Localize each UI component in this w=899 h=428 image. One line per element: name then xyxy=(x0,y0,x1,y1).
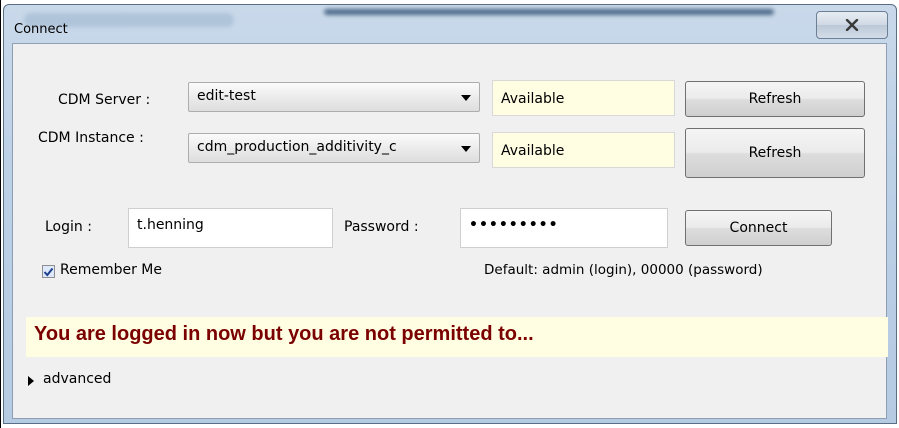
instance-refresh-button[interactable]: Refresh xyxy=(685,128,865,178)
password-label: Password : xyxy=(344,219,419,235)
advanced-toggle[interactable]: advanced xyxy=(43,371,111,387)
cdm-server-value: edit-test xyxy=(197,88,256,104)
server-status: Available xyxy=(492,80,675,116)
cdm-server-select[interactable]: edit-test xyxy=(188,82,480,112)
expand-triangle-icon[interactable] xyxy=(28,376,34,386)
chevron-down-icon xyxy=(461,95,471,101)
permission-message: You are logged in now but you are not pe… xyxy=(26,317,888,357)
connect-button[interactable]: Connect xyxy=(685,210,832,246)
window-edge-line xyxy=(0,0,1,428)
dialog-content: CDM Server : edit-test Available Refresh… xyxy=(12,43,888,419)
title-bar[interactable]: Connect xyxy=(4,5,896,43)
cdm-instance-label: CDM Instance : xyxy=(38,130,144,146)
login-input[interactable]: t.henning xyxy=(128,208,333,248)
connect-dialog: Connect CDM Server : edit-test Available… xyxy=(3,4,897,424)
cdm-server-label: CDM Server : xyxy=(58,92,151,108)
server-refresh-button[interactable]: Refresh xyxy=(685,81,865,117)
cdm-instance-select[interactable]: cdm_production_additivity_c xyxy=(188,133,480,163)
default-credentials-hint: Default: admin (login), 00000 (password) xyxy=(484,262,763,278)
chevron-down-icon xyxy=(461,146,471,152)
password-input[interactable]: ••••••••• xyxy=(460,208,668,248)
remember-me-label[interactable]: Remember Me xyxy=(60,262,162,278)
background-blur xyxy=(324,9,774,15)
dialog-title: Connect xyxy=(14,22,68,37)
close-button[interactable] xyxy=(816,11,888,39)
login-label: Login : xyxy=(45,219,92,235)
close-icon xyxy=(845,19,859,31)
cdm-instance-value: cdm_production_additivity_c xyxy=(197,139,397,155)
instance-status: Available xyxy=(492,132,675,168)
checkmark-icon xyxy=(43,267,54,277)
remember-me-checkbox[interactable] xyxy=(42,265,55,278)
